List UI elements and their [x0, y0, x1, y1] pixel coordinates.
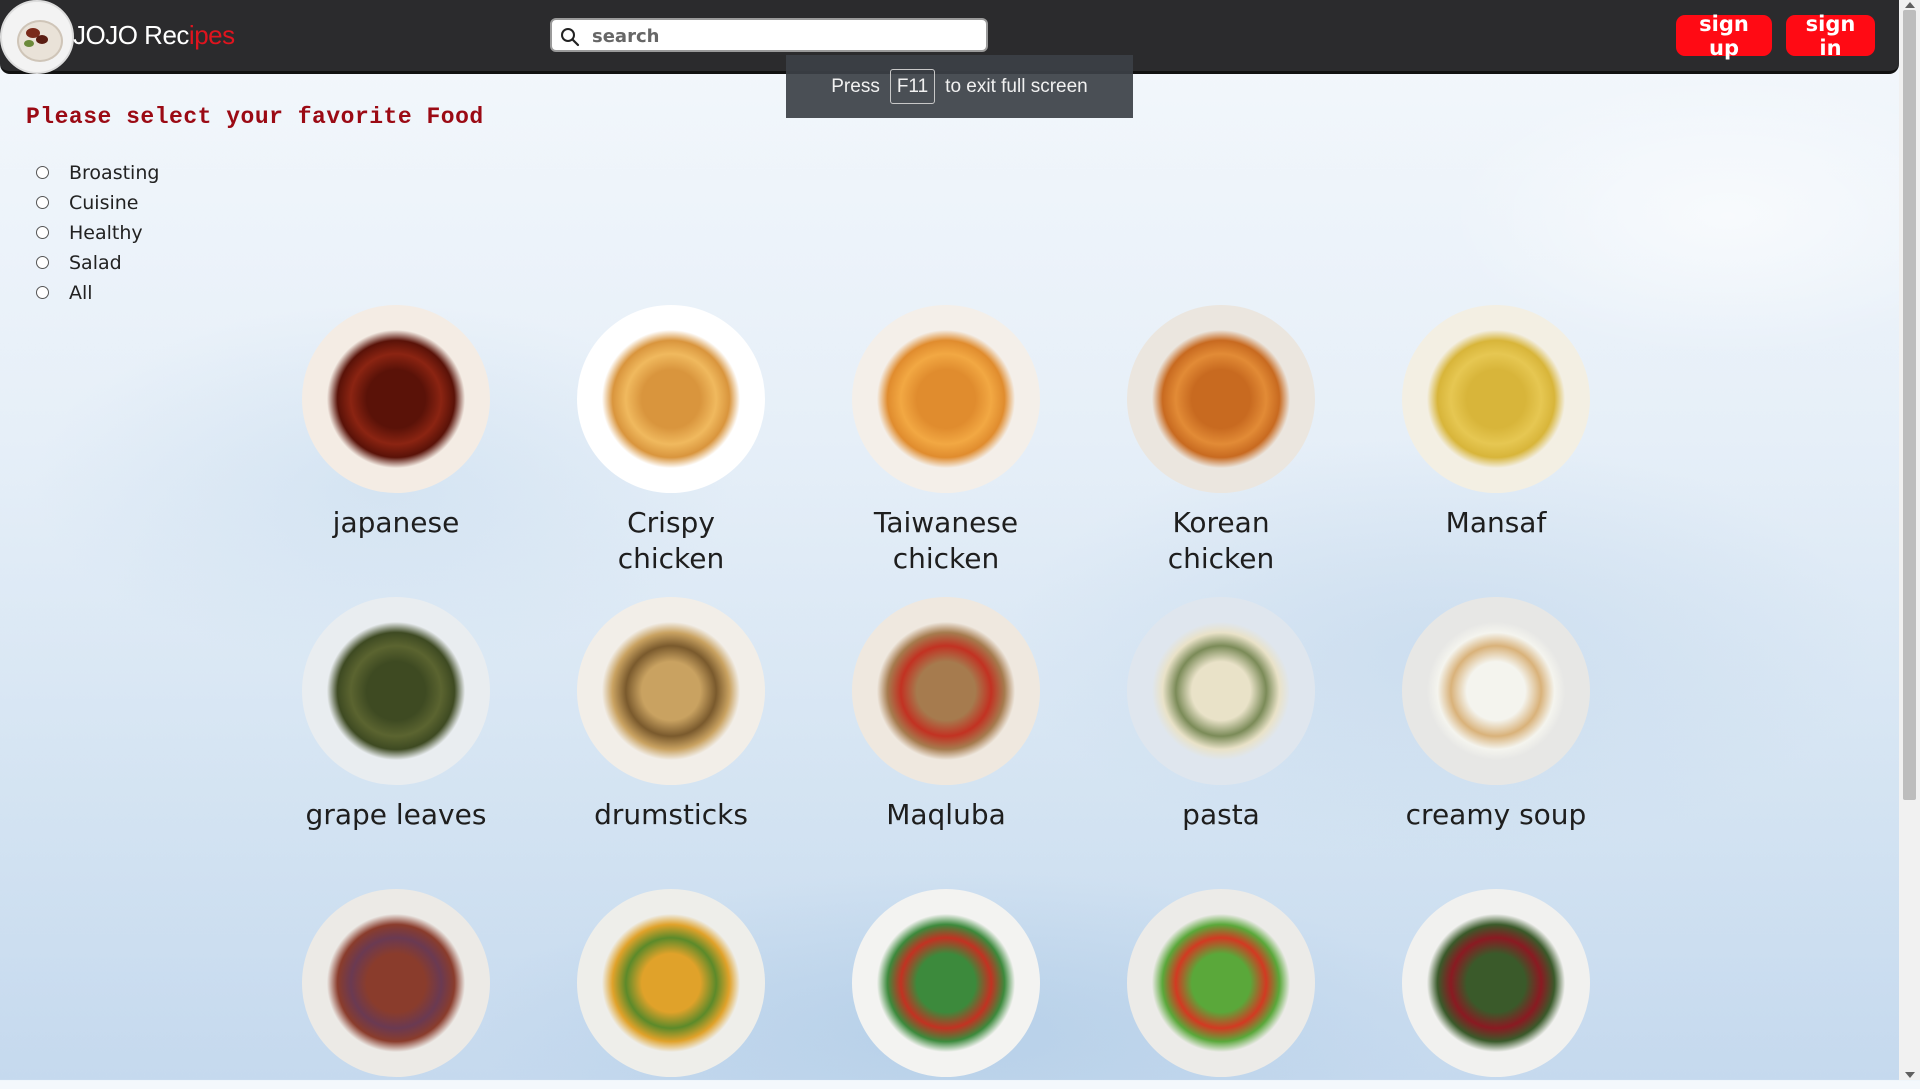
food-name[interactable]: drumsticks: [576, 797, 766, 833]
sign-up-button[interactable]: sign up: [1676, 12, 1772, 60]
food-image[interactable]: [1127, 889, 1315, 1077]
food-image[interactable]: [852, 305, 1040, 493]
radio-option[interactable]: Broasting: [36, 158, 159, 188]
radio-label: Salad: [69, 252, 122, 274]
food-image[interactable]: [302, 597, 490, 785]
food-image[interactable]: [1402, 889, 1590, 1077]
food-card[interactable]: pasta: [1126, 597, 1316, 833]
food-card[interactable]: Taiwanese chicken: [851, 305, 1041, 577]
food-name[interactable]: Taiwanese chicken: [851, 505, 1041, 577]
food-image[interactable]: [302, 889, 490, 1077]
food-image[interactable]: [1402, 597, 1590, 785]
scroll-up-arrow-icon[interactable]: [1905, 2, 1915, 8]
radio-label: Healthy: [69, 222, 143, 244]
food-image[interactable]: [852, 889, 1040, 1077]
food-image[interactable]: [302, 305, 490, 493]
food-name[interactable]: Mansaf: [1401, 505, 1591, 541]
search-input[interactable]: [590, 24, 984, 48]
radio-button[interactable]: [36, 255, 49, 269]
food-card[interactable]: [301, 889, 491, 1089]
food-name[interactable]: Crispy chicken: [576, 505, 766, 577]
food-card[interactable]: drumsticks: [576, 597, 766, 833]
food-image[interactable]: [1402, 305, 1590, 493]
food-card[interactable]: [1126, 889, 1316, 1089]
logo-image[interactable]: [0, 0, 74, 74]
food-image[interactable]: [577, 889, 765, 1077]
radio-option[interactable]: Salad: [36, 248, 159, 278]
radio-label: All: [69, 282, 93, 304]
food-card[interactable]: [1401, 889, 1591, 1089]
food-image[interactable]: [577, 305, 765, 493]
food-card[interactable]: Mansaf: [1401, 305, 1591, 541]
brand-name[interactable]: JOJO Recipes: [73, 20, 235, 51]
filter-heading: Please select your favorite Food: [26, 104, 484, 130]
food-name[interactable]: creamy soup: [1401, 797, 1591, 833]
food-card[interactable]: Korean chicken: [1126, 305, 1316, 577]
food-card[interactable]: grape leaves: [301, 597, 491, 833]
search-icon: [561, 28, 580, 47]
page-scrollbar[interactable]: [1899, 0, 1920, 1080]
food-image[interactable]: [577, 597, 765, 785]
food-name[interactable]: Maqluba: [851, 797, 1041, 833]
radio-button[interactable]: [36, 165, 49, 179]
food-card[interactable]: Crispy chicken: [576, 305, 766, 577]
radio-button[interactable]: [36, 195, 49, 209]
food-image[interactable]: [852, 597, 1040, 785]
toast-text-after: to exit full screen: [945, 75, 1088, 97]
food-filter-radios: Broasting Cuisine Healthy Salad All: [36, 158, 159, 308]
fullscreen-notice: Press F11 to exit full screen: [786, 55, 1133, 118]
scroll-down-arrow-icon[interactable]: [1905, 1072, 1915, 1078]
radio-button[interactable]: [36, 285, 49, 299]
radio-option[interactable]: Healthy: [36, 218, 159, 248]
food-card[interactable]: [576, 889, 766, 1089]
food-card[interactable]: japanese: [301, 305, 491, 541]
search-bar[interactable]: [550, 18, 988, 52]
food-name[interactable]: Korean chicken: [1126, 505, 1316, 577]
food-name[interactable]: grape leaves: [301, 797, 491, 833]
food-card[interactable]: creamy soup: [1401, 597, 1591, 833]
food-card[interactable]: [851, 889, 1041, 1089]
brand-suffix: ipes: [188, 20, 235, 50]
food-card[interactable]: Maqluba: [851, 597, 1041, 833]
food-name[interactable]: japanese: [301, 505, 491, 541]
sign-in-button[interactable]: sign in: [1786, 12, 1875, 60]
toast-key: F11: [889, 69, 936, 104]
radio-option[interactable]: Cuisine: [36, 188, 159, 218]
toast-text-before: Press: [831, 75, 880, 97]
food-image[interactable]: [1127, 305, 1315, 493]
scrollbar-thumb[interactable]: [1903, 10, 1916, 800]
food-image[interactable]: [1127, 597, 1315, 785]
radio-label: Broasting: [69, 162, 160, 184]
brand-prefix: JOJO Rec: [73, 20, 189, 50]
radio-label: Cuisine: [69, 192, 139, 214]
radio-button[interactable]: [36, 225, 49, 239]
food-name[interactable]: pasta: [1126, 797, 1316, 833]
radio-option[interactable]: All: [36, 278, 159, 308]
